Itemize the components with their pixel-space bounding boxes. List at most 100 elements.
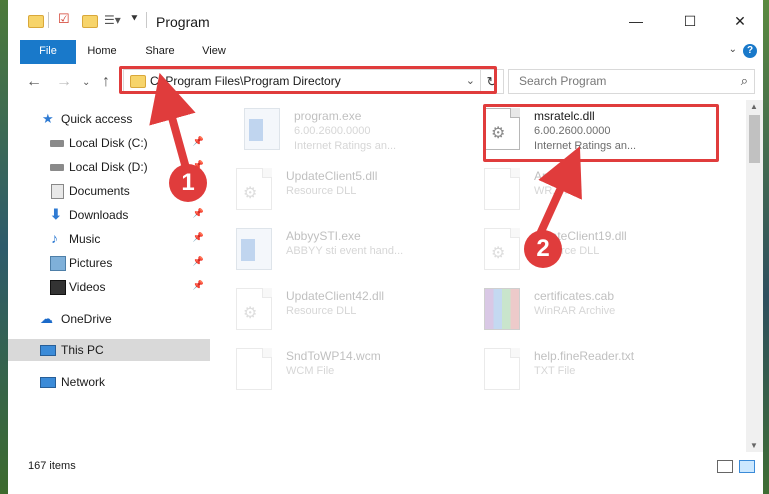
recent-locations-icon[interactable]: ⌄ <box>82 77 90 88</box>
sidebar-item-label: Local Disk (D:) <box>69 160 148 174</box>
sidebar-item-label: Pictures <box>69 256 113 270</box>
exe-icon <box>236 228 272 270</box>
close-button[interactable]: ✕ <box>725 8 755 34</box>
pin-icon[interactable]: 📌 <box>193 208 204 219</box>
file-type: ABBYY sti event hand... <box>286 245 404 257</box>
sidebar-item-this-pc[interactable]: This PC <box>8 339 210 361</box>
sidebar-item-label: Documents <box>69 184 130 198</box>
file-item[interactable]: help.fineReader.txt TXT File <box>474 342 704 396</box>
pin-icon[interactable]: 📌 <box>193 232 204 243</box>
large-icons-view-icon[interactable] <box>739 460 755 473</box>
callout-badge-2: 2 <box>524 230 562 268</box>
document-icon <box>484 168 520 210</box>
file-item[interactable]: program.exe 6.00.2600.0000 Internet Rati… <box>234 102 464 156</box>
file-name: help.fineReader.txt <box>534 349 635 363</box>
scroll-thumb[interactable] <box>749 115 760 163</box>
file-description: Internet Ratings an... <box>294 140 397 152</box>
sidebar-item-downloads[interactable]: ⬇ Downloads 📌 <box>8 204 210 226</box>
search-box[interactable]: ⌕ <box>508 69 755 94</box>
file-type: WinRAR Archive <box>534 305 616 317</box>
ribbon-tabs: File Home Share View ⌄ ? <box>8 40 763 94</box>
sidebar-item-quick-access[interactable]: ★ Quick access <box>8 108 210 130</box>
search-icon: ⌕ <box>740 73 748 88</box>
sidebar-item-label: Network <box>61 375 106 389</box>
pin-icon[interactable]: 📌 <box>193 280 204 291</box>
file-item[interactable]: Ar...rd WR... File <box>474 162 704 216</box>
onedrive-icon: ☁ <box>40 311 53 326</box>
sidebar-item-onedrive[interactable]: ☁ OneDrive <box>8 308 210 330</box>
customize-toolbar-icon[interactable]: ☰▾ <box>104 13 121 29</box>
file-item[interactable]: ⚙ ...dateClient19.dll ...source DLL <box>474 222 704 276</box>
documents-icon <box>51 184 64 199</box>
search-input[interactable] <box>517 73 721 89</box>
folder-icon <box>28 15 44 28</box>
file-item[interactable]: ⚙ UpdateClient5.dll Resource DLL <box>226 162 456 216</box>
sidebar-item-label: Music <box>69 232 101 246</box>
help-icon[interactable]: ? <box>743 44 757 58</box>
pin-icon[interactable]: 📌 <box>193 256 204 267</box>
exe-icon <box>244 108 280 150</box>
back-icon[interactable]: ← <box>26 73 42 91</box>
sidebar-item-network[interactable]: Network <box>8 371 210 393</box>
explorer-window: ☑ ☰▾ ⯆ Program — ☐ ✕ File Home Share Vie… <box>0 0 769 494</box>
vertical-scrollbar[interactable]: ▲ ▼ <box>746 100 763 452</box>
details-view-icon[interactable] <box>717 460 733 473</box>
disk-icon <box>50 140 64 147</box>
new-folder-icon[interactable] <box>82 15 98 28</box>
maximize-button[interactable]: ☐ <box>675 8 705 34</box>
file-item[interactable]: SndToWP14.wcm WCM File <box>226 342 456 396</box>
callout-badge-1: 1 <box>169 164 207 202</box>
music-icon: ♪ <box>51 230 58 246</box>
tab-home[interactable]: Home <box>82 40 122 64</box>
forward-icon[interactable]: → <box>56 73 72 91</box>
file-name: AbbyySTI.exe <box>286 229 361 243</box>
file-name: UpdateClient5.dll <box>286 169 378 183</box>
scroll-down-icon[interactable]: ▼ <box>750 441 758 450</box>
up-icon[interactable]: ↑ <box>102 73 110 91</box>
close-icon: ✕ <box>734 13 746 29</box>
file-item[interactable]: certificates.cab WinRAR Archive <box>474 282 704 336</box>
sidebar-item-label: Local Disk (C:) <box>69 136 148 150</box>
sidebar-item-label: Videos <box>69 280 106 294</box>
file-item[interactable]: AbbyySTI.exe ABBYY sti event hand... <box>226 222 456 276</box>
tab-share[interactable]: Share <box>140 40 180 64</box>
pictures-icon <box>50 256 66 271</box>
title-bar: ☑ ☰▾ ⯆ Program — ☐ ✕ <box>8 0 763 40</box>
divider <box>146 12 147 28</box>
file-item[interactable]: ⚙ UpdateClient42.dll Resource DLL <box>226 282 456 336</box>
sidebar-item-local-disk-c[interactable]: Local Disk (C:) 📌 <box>8 132 210 154</box>
file-type: Resource DLL <box>286 305 357 317</box>
rar-icon <box>484 288 520 330</box>
dll-icon: ⚙ <box>236 168 272 210</box>
sidebar-item-videos[interactable]: Videos 📌 <box>8 276 210 298</box>
properties-icon[interactable]: ☑ <box>58 11 74 27</box>
tab-view[interactable]: View <box>196 40 232 64</box>
file-name: program.exe <box>294 109 362 123</box>
file-name: UpdateClient42.dll <box>286 289 385 303</box>
file-name: SndToWP14.wcm <box>286 349 381 363</box>
chevron-down-icon[interactable]: ⌄ <box>729 44 737 55</box>
file-version: 6.00.2600.0000 <box>294 125 371 137</box>
desktop-background-left <box>0 0 8 494</box>
sidebar-item-label: This PC <box>61 343 104 357</box>
file-highlight <box>483 104 719 162</box>
pc-icon <box>40 345 56 356</box>
window-title: Program <box>156 14 210 30</box>
chevron-down-icon[interactable]: ⯆ <box>130 13 146 29</box>
sidebar-item-music[interactable]: ♪ Music 📌 <box>8 228 210 250</box>
sidebar-item-pictures[interactable]: Pictures 📌 <box>8 252 210 274</box>
file-name: Ar...rd <box>534 169 567 183</box>
file-name: certificates.cab <box>534 289 615 303</box>
file-type: Resource DLL <box>286 185 357 197</box>
minimize-button[interactable]: — <box>621 8 651 34</box>
sidebar-item-label: Quick access <box>61 112 133 126</box>
scroll-up-icon[interactable]: ▲ <box>750 102 758 111</box>
videos-icon <box>50 280 66 295</box>
file-type: WR... File <box>534 185 583 197</box>
dll-icon: ⚙ <box>236 288 272 330</box>
minimize-icon: — <box>629 13 643 29</box>
pin-icon[interactable]: 📌 <box>193 136 204 147</box>
document-icon <box>484 348 520 390</box>
maximize-icon: ☐ <box>683 13 697 29</box>
sidebar-item-label: Downloads <box>69 208 129 222</box>
